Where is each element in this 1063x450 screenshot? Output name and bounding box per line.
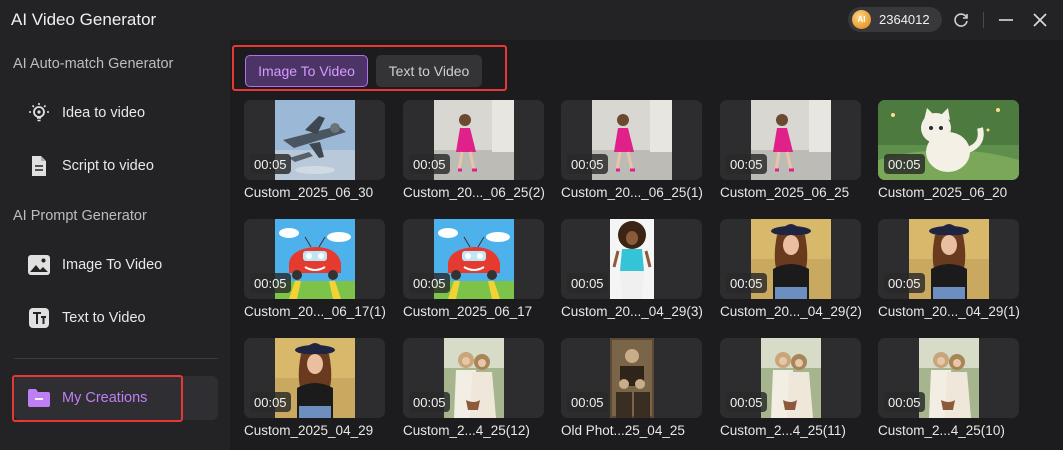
duration-badge: 00:05 — [409, 154, 450, 174]
image-icon — [26, 252, 52, 278]
tab-image-to-video[interactable]: Image To Video — [245, 55, 368, 87]
sidebar-item-idea-to-video[interactable]: Idea to video — [14, 91, 218, 135]
video-title[interactable]: Custom_2025_06_20 — [878, 185, 1007, 200]
video-thumbnail — [919, 338, 979, 418]
text-icon — [26, 305, 52, 331]
video-card[interactable]: 00:05 — [561, 338, 702, 418]
titlebar-divider — [983, 12, 984, 28]
video-card[interactable]: 00:05 — [403, 338, 544, 418]
video-card[interactable]: 00:05 — [720, 219, 861, 299]
video-card[interactable]: 00:05 — [244, 100, 385, 180]
app-title: AI Video Generator — [11, 10, 157, 29]
video-title[interactable]: Custom_20..._06_25(2) — [403, 185, 545, 200]
video-title[interactable]: Custom_2025_04_29 — [244, 423, 373, 438]
duration-badge: 00:05 — [884, 154, 925, 174]
duration-badge: 00:05 — [409, 392, 450, 412]
section-heading-prompt: AI Prompt Generator — [13, 208, 147, 224]
folder-icon — [26, 385, 52, 411]
document-icon — [26, 153, 52, 179]
lightbulb-icon — [26, 100, 52, 126]
duration-badge: 00:05 — [726, 392, 767, 412]
sidebar-item-label: Image To Video — [62, 257, 163, 273]
video-title[interactable]: Custom_2...4_25(11) — [720, 423, 846, 438]
video-title[interactable]: Custom_2025_06_30 — [244, 185, 373, 200]
sidebar-divider — [14, 358, 218, 359]
sidebar-item-label: Idea to video — [62, 105, 146, 121]
video-card[interactable]: 00:05 — [878, 219, 1019, 299]
sidebar-item-label: Text to Video — [62, 310, 146, 326]
video-title[interactable]: Custom_20..._06_17(1) — [244, 304, 386, 319]
duration-badge: 00:05 — [884, 392, 925, 412]
sidebar-item-label: Script to video — [62, 158, 154, 174]
video-card[interactable]: 00:05 — [244, 219, 385, 299]
duration-badge: 00:05 — [884, 273, 925, 293]
video-card[interactable]: 00:05 — [720, 100, 861, 180]
video-card[interactable]: 00:05 — [878, 100, 1019, 180]
duration-badge: 00:05 — [250, 273, 291, 293]
video-title[interactable]: Custom_20..._04_29(3) — [561, 304, 703, 319]
credits-badge[interactable]: AI 2364012 — [848, 7, 942, 32]
coin-icon: AI — [852, 10, 871, 29]
sidebar-item-text-to-video[interactable]: Text to Video — [14, 296, 218, 340]
video-card[interactable]: 00:05 — [561, 100, 702, 180]
video-card[interactable]: 00:05 — [720, 338, 861, 418]
video-title[interactable]: Custom_20..._04_29(1) — [878, 304, 1020, 319]
video-thumbnail — [444, 338, 504, 418]
duration-badge: 00:05 — [567, 273, 608, 293]
minimize-icon[interactable] — [995, 9, 1017, 31]
duration-badge: 00:05 — [250, 392, 291, 412]
video-title[interactable]: Custom_20..._06_25(1) — [561, 185, 703, 200]
tab-text-to-video[interactable]: Text to Video — [376, 55, 482, 87]
video-title[interactable]: Custom_2025_06_25 — [720, 185, 849, 200]
video-thumbnail — [761, 338, 821, 418]
duration-badge: 00:05 — [726, 154, 767, 174]
sidebar: AI Auto-match Generator Idea to video Sc… — [0, 40, 230, 450]
close-icon[interactable] — [1029, 9, 1051, 31]
video-card[interactable]: 00:05 — [561, 219, 702, 299]
video-title[interactable]: Old Phot...25_04_25 — [561, 423, 685, 438]
video-card[interactable]: 00:05 — [878, 338, 1019, 418]
sidebar-item-script-to-video[interactable]: Script to video — [14, 144, 218, 188]
sidebar-item-image-to-video[interactable]: Image To Video — [14, 243, 218, 287]
section-heading-auto-match: AI Auto-match Generator — [13, 56, 174, 72]
video-thumbnail — [610, 338, 654, 418]
refresh-icon[interactable] — [950, 9, 972, 31]
video-title[interactable]: Custom_2025_06_17 — [403, 304, 532, 319]
video-thumbnail — [610, 219, 654, 299]
video-title[interactable]: Custom_20..._04_29(2) — [720, 304, 862, 319]
video-title[interactable]: Custom_2...4_25(10) — [878, 423, 1005, 438]
video-card[interactable]: 00:05 — [403, 219, 544, 299]
sidebar-item-label: My Creations — [62, 390, 148, 406]
sidebar-item-my-creations[interactable]: My Creations — [14, 376, 218, 420]
video-card[interactable]: 00:05 — [403, 100, 544, 180]
title-bar: AI Video Generator AI 2364012 — [0, 0, 1063, 40]
duration-badge: 00:05 — [726, 273, 767, 293]
duration-badge: 00:05 — [567, 392, 608, 412]
video-title[interactable]: Custom_2...4_25(12) — [403, 423, 530, 438]
duration-badge: 00:05 — [250, 154, 291, 174]
credits-count: 2364012 — [879, 12, 930, 27]
video-card[interactable]: 00:05 — [244, 338, 385, 418]
duration-badge: 00:05 — [567, 154, 608, 174]
duration-badge: 00:05 — [409, 273, 450, 293]
